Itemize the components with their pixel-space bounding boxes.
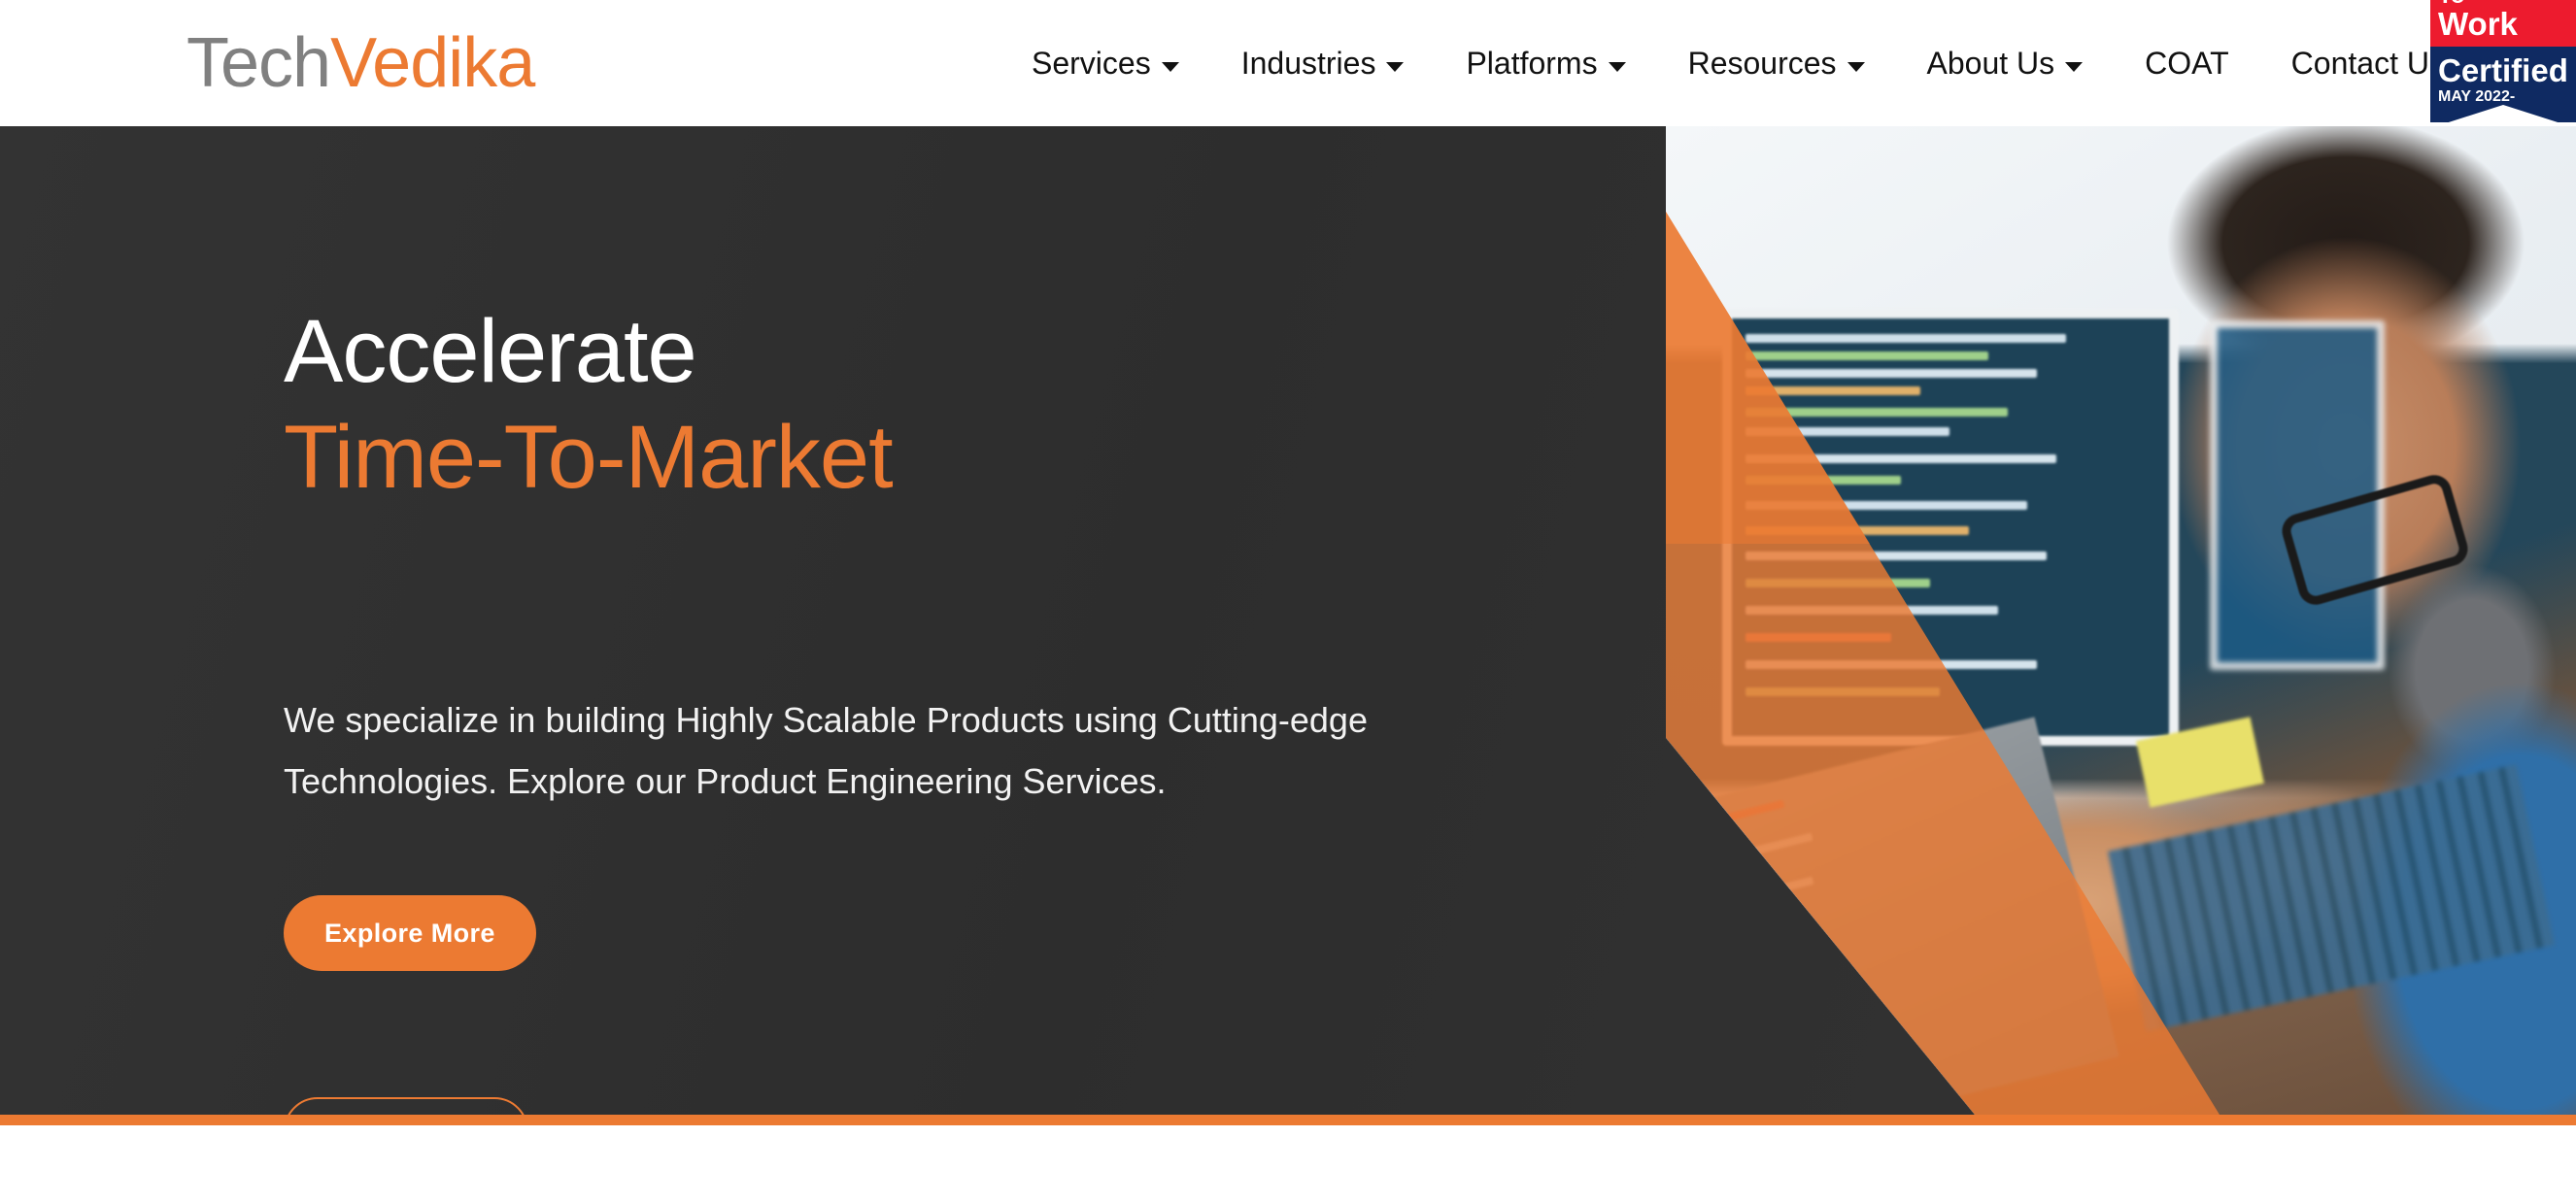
hero-section: Accelerate Time-To-Market We specialize … — [0, 126, 2576, 1115]
main-navigation: Services Industries Platforms Resources … — [1000, 42, 2476, 84]
nav-label: COAT — [2145, 46, 2229, 81]
nav-label: Industries — [1240, 46, 1376, 81]
hero-tab-list: Product Engg Cloud AI Agile & DevOps IoT — [284, 1097, 1326, 1115]
hero-content: Accelerate Time-To-Market We specialize … — [284, 126, 1595, 1115]
nav-label: Services — [1032, 46, 1151, 81]
nav-label: Platforms — [1466, 46, 1598, 81]
chevron-down-icon — [1608, 62, 1626, 72]
keyboard — [2107, 764, 2556, 1032]
hero-bottom-accent-bar — [0, 1115, 2576, 1125]
hero-description: We specialize in building Highly Scalabl… — [284, 700, 1368, 801]
hero-tab-product-engg[interactable]: Product Engg — [284, 1097, 528, 1115]
site-logo[interactable]: TechVedika — [186, 28, 535, 98]
site-header: TechVedika Services Industries Platforms… — [0, 0, 2576, 126]
nav-label: Resources — [1687, 46, 1837, 81]
nav-item-coat[interactable]: COAT — [2114, 42, 2260, 84]
badge-line-work: Work — [2438, 6, 2518, 42]
hero-title-line-2: Time-To-Market — [284, 407, 894, 507]
nav-item-about-us[interactable]: About Us — [1896, 42, 2115, 84]
page-content-below-hero — [0, 1125, 2576, 1204]
hero-image-panel — [1666, 126, 2576, 1115]
badge-date: MAY 2022- — [2438, 88, 2516, 105]
badge-ribbon-shape: To Work Certified MAY 2022- INDIA — [2430, 0, 2576, 122]
explore-more-button[interactable]: Explore More — [284, 895, 536, 971]
nav-item-industries[interactable]: Industries — [1210, 42, 1436, 84]
badge-region: INDIA — [2485, 108, 2523, 122]
nav-item-resources[interactable]: Resources — [1657, 42, 1896, 84]
chevron-down-icon — [1847, 62, 1865, 72]
nav-label: Contact Us — [2290, 46, 2445, 81]
nav-item-services[interactable]: Services — [1000, 42, 1210, 84]
chevron-down-icon — [1161, 62, 1179, 72]
logo-text-vedika: Vedika — [330, 24, 535, 102]
hero-title-line-1: Accelerate — [284, 302, 697, 401]
chevron-down-icon — [1386, 62, 1405, 72]
chevron-down-icon — [2065, 62, 2084, 72]
great-place-to-work-badge[interactable]: To Work Certified MAY 2022- INDIA — [2430, 0, 2576, 122]
badge-line-certified: Certified — [2438, 52, 2568, 88]
logo-text-tech: Tech — [186, 24, 331, 102]
page-root: TechVedika Services Industries Platforms… — [0, 0, 2576, 1204]
hero-title: Accelerate Time-To-Market — [284, 299, 894, 510]
nav-item-platforms[interactable]: Platforms — [1435, 42, 1656, 84]
nav-label: About Us — [1926, 46, 2055, 81]
